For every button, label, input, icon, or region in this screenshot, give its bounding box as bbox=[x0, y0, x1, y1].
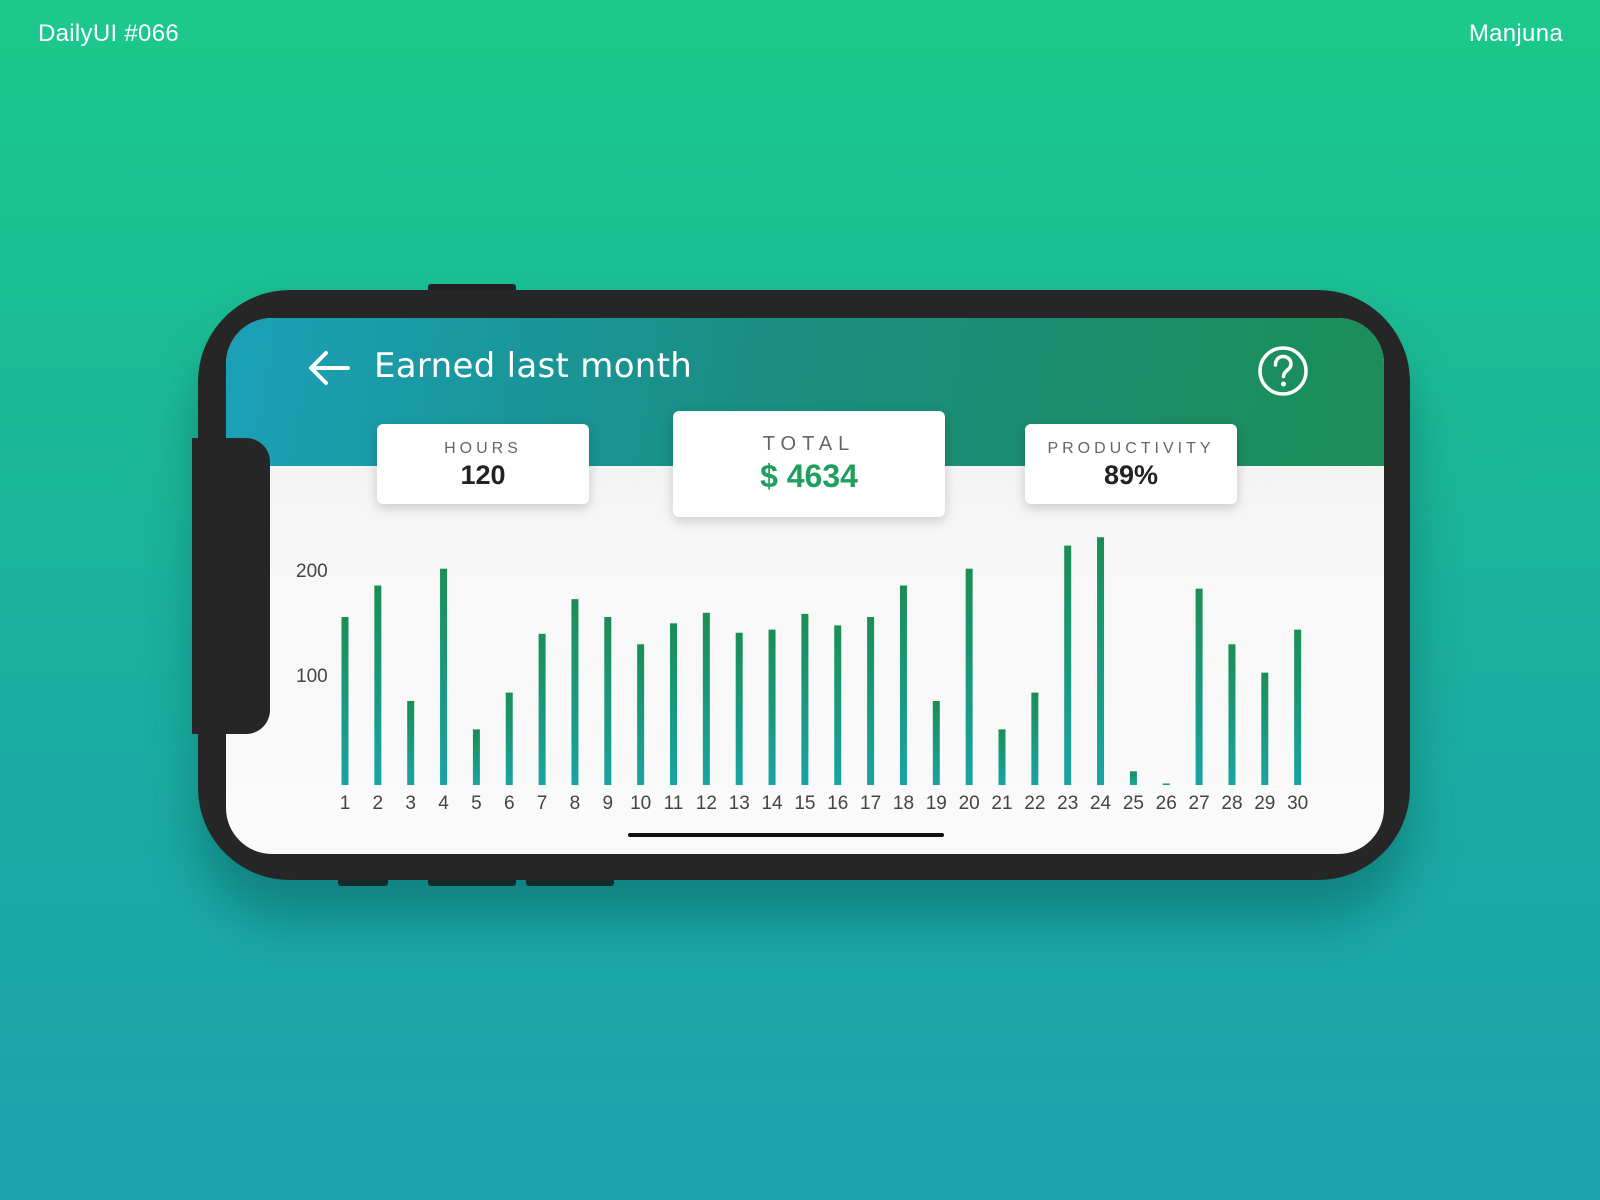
productivity-value: 89% bbox=[1103, 460, 1159, 490]
question-circle-icon[interactable] bbox=[1256, 344, 1310, 398]
hours-label: HOURS bbox=[444, 440, 522, 457]
dailyui-tag: DailyUI #066 bbox=[38, 20, 180, 47]
total-label: TOTAL bbox=[762, 433, 856, 455]
author-name: Manjuna bbox=[1468, 20, 1563, 47]
productivity-label: PRODUCTIVITY bbox=[1047, 440, 1215, 457]
hours-card: HOURS 120 bbox=[377, 424, 589, 504]
arrow-left-icon[interactable] bbox=[306, 348, 352, 388]
y-tick-label-100: 100 bbox=[296, 666, 328, 687]
phone-notch bbox=[192, 438, 270, 734]
hours-value: 120 bbox=[460, 460, 506, 490]
phone-screen bbox=[226, 318, 1384, 854]
y-tick-label-200: 200 bbox=[296, 561, 328, 582]
total-value: $ 4634 bbox=[760, 458, 858, 494]
page-title: Earned last month bbox=[374, 346, 693, 386]
productivity-card: PRODUCTIVITY 89% bbox=[1025, 424, 1237, 504]
home-indicator bbox=[628, 833, 944, 837]
total-card: TOTAL $ 4634 bbox=[673, 411, 945, 517]
